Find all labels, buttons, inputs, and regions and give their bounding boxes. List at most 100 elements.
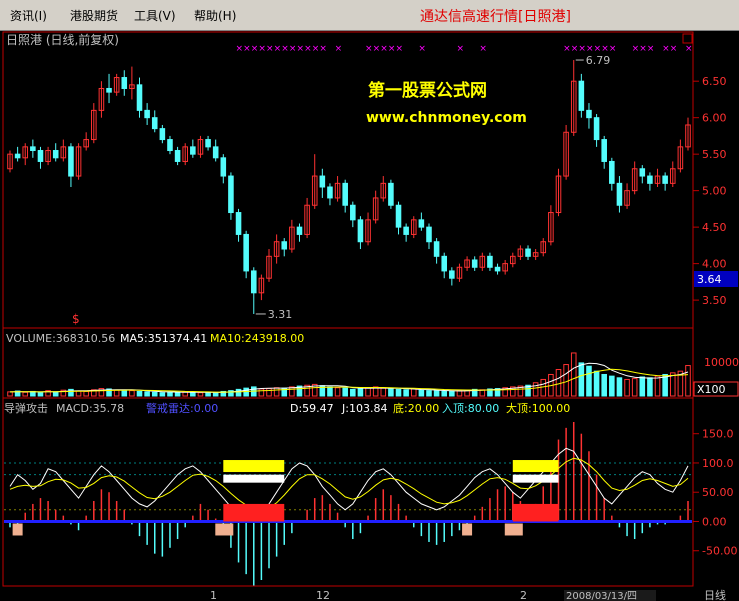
signal-marker: × [601, 44, 609, 54]
candle-body [578, 80, 585, 111]
signal-marker: × [632, 44, 640, 54]
volume-bar [327, 386, 333, 397]
signal-white-block [223, 474, 285, 483]
menu-hk-futures[interactable]: 港股期货 [70, 7, 118, 24]
signal-marker: × [365, 44, 373, 54]
volume-bar [52, 391, 59, 397]
volume-bar [578, 362, 585, 397]
candle-body [220, 157, 227, 177]
period-corner: 日线 [704, 588, 726, 601]
indicator-tick-label: 100.0 [702, 457, 734, 470]
volume-bar [426, 390, 432, 397]
signal-top-block [512, 460, 559, 473]
volume-bar [7, 391, 13, 397]
volume-bar [410, 388, 417, 397]
signal-pink-block [215, 523, 234, 536]
candle-group [7, 59, 691, 315]
volume-bar [121, 390, 128, 397]
menu-help[interactable]: 帮助(H) [194, 7, 236, 24]
menu-tools[interactable]: 工具(V) [134, 7, 176, 24]
x-label-12: 12 [316, 589, 330, 601]
volume-bar [357, 388, 364, 397]
signal-marker: × [251, 44, 259, 54]
volume-bar [654, 375, 661, 397]
indicator-macd: MACD:35.78 [56, 402, 124, 415]
indicator-j: J:103.84 [341, 402, 387, 415]
volume-bar [68, 388, 74, 397]
price-tick-label: 3.50 [702, 294, 727, 307]
signal-marker: × [563, 44, 571, 54]
volume-ma10: MA10:243918.00 [210, 332, 304, 345]
candle-body [662, 175, 668, 184]
volume-bar [449, 390, 455, 397]
volume-label: VOLUME:368310.56 [6, 332, 115, 345]
signal-white-block [512, 474, 559, 483]
signal-marker: × [296, 44, 304, 54]
candle-body [212, 146, 219, 159]
candle-body [121, 77, 128, 89]
price-pane-title: 日照港 (日线,前复权) [6, 32, 119, 47]
volume-bar [266, 388, 272, 397]
signal-marker: × [647, 44, 655, 54]
candle-body [357, 219, 364, 243]
candle-body [433, 241, 440, 257]
marker-row: × × × × × × × × × × × × × × × × × × × × × × × × × × × × × × × × × × [236, 44, 693, 54]
candle-body [647, 175, 653, 184]
indicator-big-top: 大顶:100.00 [506, 401, 570, 415]
volume-bar [159, 392, 166, 397]
volume-bar [433, 390, 440, 397]
menu-bar: 资讯(I) 港股期货 工具(V) 帮助(H) 通达信高速行情[日照港] [0, 0, 739, 31]
candle-body [403, 226, 409, 235]
price-tick-label: 4.00 [702, 258, 727, 271]
volume-bar [647, 377, 653, 397]
price-tick-label: 6.50 [702, 75, 727, 88]
candle-body [68, 146, 74, 177]
volume-bar [205, 392, 211, 397]
watermark-url: www.chnmoney.com [366, 110, 527, 126]
candle-body [30, 146, 36, 152]
candle-body [639, 168, 646, 177]
signal-marker: × [319, 44, 327, 54]
watermark-title: 第一股票公式网 [368, 80, 487, 101]
candle-body [601, 139, 607, 162]
indicator-tick-label: 50.00 [702, 486, 734, 499]
indicator-label: 导弹攻击 [4, 401, 48, 415]
candle-body [52, 150, 59, 159]
pane-close-box[interactable] [682, 33, 693, 44]
indicator-tick-label: 150.0 [702, 428, 734, 441]
candle-body [449, 270, 455, 279]
candle-body [37, 150, 44, 162]
volume-bar [235, 388, 242, 397]
current-price: 3.64 [697, 273, 722, 286]
signal-pink-block [462, 523, 473, 536]
volume-bar [190, 391, 196, 397]
menu-info[interactable]: 资讯(I) [10, 7, 47, 24]
volume-bar [601, 373, 607, 397]
signal-marker: × [578, 44, 586, 54]
indicator-tick-label: 0.00 [702, 515, 727, 528]
signal-red-block [223, 503, 285, 522]
volume-bar [136, 390, 143, 397]
volume-bar [395, 388, 402, 397]
volume-bar [563, 364, 569, 397]
indicator-enter-top: 入顶:80.00 [442, 402, 499, 415]
volume-bar [593, 370, 600, 397]
volume-bar [540, 378, 547, 397]
volume-bar [616, 377, 623, 397]
signal-marker: × [639, 44, 647, 54]
signal-marker: × [479, 44, 487, 54]
volume-bar [258, 388, 265, 397]
signal-pink-block [504, 523, 523, 536]
signal-marker: × [586, 44, 594, 54]
volume-bar [22, 391, 29, 397]
volume-bar [167, 391, 173, 397]
signal-marker: × [258, 44, 266, 54]
indicator-tick-label: -50.00 [702, 545, 737, 558]
volume-axis-tick: 10000 [704, 356, 739, 369]
signal-marker: × [373, 44, 381, 54]
signal-marker: × [312, 44, 320, 54]
candle-body [296, 226, 303, 235]
stock-chart[interactable]: 日照港 (日线,前复权) 第一股票公式网 www.chnmoney.com 6.… [0, 30, 739, 601]
price-pane-border [2, 31, 694, 329]
indicator-warning: 警戒雷达:0.00 [146, 401, 218, 415]
